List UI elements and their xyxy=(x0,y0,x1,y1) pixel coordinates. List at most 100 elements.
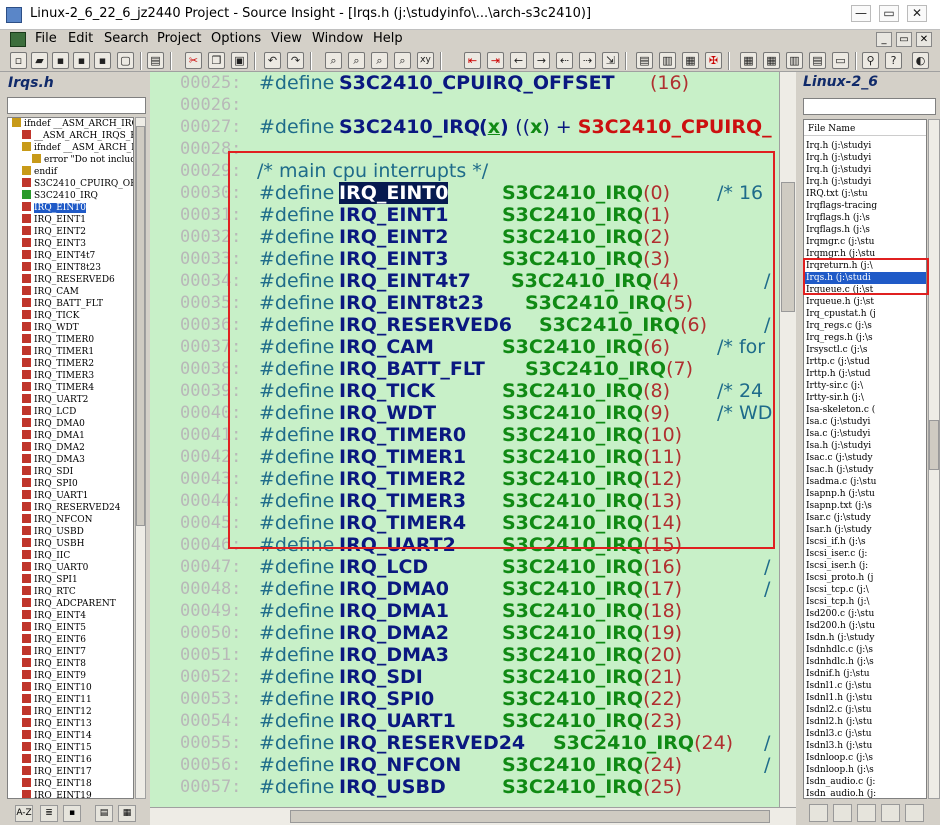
code-line[interactable]: 00043: #define IRQ_TIMER2 S3C2410_IRQ(12) xyxy=(150,468,790,490)
symbol-type-button[interactable]: ▪ xyxy=(63,805,81,822)
macro-name[interactable]: IRQ_TICK xyxy=(339,380,435,402)
symbol-list-item[interactable]: IRQ_DMA3 xyxy=(8,454,133,466)
symbol-list-item[interactable]: __ASM_ARCH_IRQS_H xyxy=(8,130,133,142)
symbol-list-item[interactable]: IRQ_UART2 xyxy=(8,394,133,406)
macro-name[interactable]: IRQ_TIMER3 xyxy=(339,490,466,512)
macro-name[interactable]: IRQ_TIMER1 xyxy=(339,446,466,468)
macro-name[interactable]: IRQ_CAM xyxy=(339,336,434,358)
macro-name[interactable]: IRQ_DMA1 xyxy=(339,600,449,622)
symbol-list-item[interactable]: IRQ_WDT xyxy=(8,322,133,334)
macro-name[interactable]: IRQ_TIMER2 xyxy=(339,468,466,490)
symbol-list-item[interactable]: ifndef __ASM_ARCH_IRQS_H xyxy=(8,118,133,130)
menu-project[interactable]: Project xyxy=(157,31,201,46)
window-list-icon[interactable]: ▢ xyxy=(117,52,134,69)
code-line[interactable]: 00050: #define IRQ_DMA2 S3C2410_IRQ(19) xyxy=(150,622,790,644)
file-list-item[interactable]: Isd200.h (j:\stu xyxy=(804,620,926,632)
file-list-item[interactable]: Isa.c (j:\studyi xyxy=(804,428,926,440)
save-icon[interactable]: ▪ xyxy=(52,52,69,69)
code-line[interactable]: 00056: #define IRQ_NFCON S3C2410_IRQ(24) / xyxy=(150,754,790,776)
code-line[interactable]: 00035: #define IRQ_EINT8t23 S3C2410_IRQ(5) xyxy=(150,292,790,314)
back-icon[interactable]: ← xyxy=(510,52,527,69)
symbol-window-icon[interactable]: ▥ xyxy=(659,52,676,69)
symbol-list-item[interactable]: IRQ_NFCON xyxy=(8,514,133,526)
macro-name[interactable]: IRQ_TIMER0 xyxy=(339,424,466,446)
symbol-list-item[interactable]: IRQ_UART1 xyxy=(8,490,133,502)
code-line[interactable]: 00037: #define IRQ_CAM S3C2410_IRQ(6) /* for xyxy=(150,336,790,358)
macro-name[interactable]: IRQ_DMA0 xyxy=(339,578,449,600)
symbol-list-item[interactable]: IRQ_EINT0 xyxy=(8,202,133,214)
file-list-item[interactable]: Irq_regs.h (j:\s xyxy=(804,332,926,344)
symbol-view-icon[interactable] xyxy=(857,804,876,822)
file-list-item[interactable]: Irqueue.h (j:\st xyxy=(804,296,926,308)
symbol-list-item[interactable]: IRQ_EINT10 xyxy=(8,682,133,694)
file-list-item[interactable]: Isdnl2.c (j:\stu xyxy=(804,704,926,716)
code-line[interactable]: 00031: #define IRQ_EINT1 S3C2410_IRQ(1) xyxy=(150,204,790,226)
code-line[interactable]: 00027: #define S3C2410_IRQ (x) ((x) + S3C24… xyxy=(150,116,790,138)
code-line[interactable]: 00044: #define IRQ_TIMER3 S3C2410_IRQ(13) xyxy=(150,490,790,512)
close-file-icon[interactable]: ▪ xyxy=(94,52,111,69)
file-list-item[interactable]: Iscsi_if.h (j:\s xyxy=(804,536,926,548)
code-line[interactable]: 00047: #define IRQ_LCD S3C2410_IRQ(16) / xyxy=(150,556,790,578)
forward-icon[interactable]: → xyxy=(533,52,550,69)
macro-name[interactable]: IRQ_WDT xyxy=(339,402,436,424)
smart-rename-icon[interactable]: x̷y xyxy=(417,52,434,69)
file-list-item[interactable]: Isar.h (j:\study xyxy=(804,524,926,536)
file-list-item[interactable]: Isdnif.h (j:\stu xyxy=(804,668,926,680)
go-next-icon[interactable]: ⇢ xyxy=(579,52,596,69)
undo-icon[interactable]: ↶ xyxy=(264,52,281,69)
macro-name[interactable]: IRQ_UART2 xyxy=(339,534,456,556)
symbol-list-item[interactable]: IRQ_RESERVED24 xyxy=(8,502,133,514)
file-list-item[interactable]: Irqmgr.h (j:\stu xyxy=(804,248,926,260)
jump-icon[interactable]: ⇲ xyxy=(602,52,619,69)
file-list-item[interactable]: Irq.h (j:\studyi xyxy=(804,140,926,152)
mdi-minimize-button[interactable]: _ xyxy=(876,32,892,47)
file-name-column-header[interactable]: File Name xyxy=(804,122,926,136)
bookmark-next-icon[interactable]: ⇥ xyxy=(487,52,504,69)
file-list-item[interactable]: Isdnloop.h (j:\s xyxy=(804,764,926,776)
copy-icon[interactable]: ❐ xyxy=(208,52,225,69)
symbol-list-item[interactable]: IRQ_TIMER1 xyxy=(8,346,133,358)
file-list-item[interactable]: Irttp.h (j:\stud xyxy=(804,368,926,380)
code-line[interactable]: 00033: #define IRQ_EINT3 S3C2410_IRQ(3) xyxy=(150,248,790,270)
file-list-item[interactable]: Irtty-sir.h (j:\ xyxy=(804,392,926,404)
symbol-list-item[interactable]: IRQ_EINT5 xyxy=(8,622,133,634)
code-line[interactable]: 00029: /* main cpu interrupts */ xyxy=(150,160,790,182)
code-line[interactable]: 00030: #define IRQ_EINT0 S3C2410_IRQ(0) /* 1… xyxy=(150,182,790,204)
menu-file[interactable]: File xyxy=(35,31,57,46)
file-list-item[interactable]: Irqs.h (j:\studi xyxy=(804,272,926,284)
symbol-list-item[interactable]: IRQ_USBD xyxy=(8,526,133,538)
context-window-icon[interactable]: ▭ xyxy=(832,52,849,69)
file-list-item[interactable]: Isapnp.txt (j:\s xyxy=(804,500,926,512)
symbol-list-item[interactable]: IRQ_DMA0 xyxy=(8,418,133,430)
macro-name[interactable]: S3C2410_IRQ xyxy=(339,116,480,138)
file-list-item[interactable]: Isdn_audio.c (j: xyxy=(804,776,926,788)
layout2-icon[interactable]: ▦ xyxy=(763,52,780,69)
code-line[interactable]: 00051: #define IRQ_DMA3 S3C2410_IRQ(20) xyxy=(150,644,790,666)
symbol-list-item[interactable]: IRQ_USBH xyxy=(8,538,133,550)
file-list-item[interactable]: Isac.c (j:\study xyxy=(804,452,926,464)
file-list-item[interactable]: Isdnhdlc.c (j:\s xyxy=(804,644,926,656)
macro-name[interactable]: S3C2410_CPUIRQ_OFFSET xyxy=(339,72,615,94)
directory-view-icon[interactable] xyxy=(881,804,900,822)
code-line[interactable]: 00028: xyxy=(150,138,790,160)
file-list-item[interactable]: Isdnl1.c (j:\stu xyxy=(804,680,926,692)
symbol-list-item[interactable]: IRQ_EINT2 xyxy=(8,226,133,238)
symbol-list-item[interactable]: IRQ_DMA2 xyxy=(8,442,133,454)
code-line[interactable]: 00034: #define IRQ_EINT4t7 S3C2410_IRQ(4) / xyxy=(150,270,790,292)
code-line[interactable]: 00052: #define IRQ_SDI S3C2410_IRQ(21) xyxy=(150,666,790,688)
file-list-item[interactable]: Irtty-sir.c (j:\ xyxy=(804,380,926,392)
code-line[interactable]: 00046: #define IRQ_UART2 S3C2410_IRQ(15) xyxy=(150,534,790,556)
symbol-list-item[interactable]: IRQ_EINT4 xyxy=(8,610,133,622)
sort-alpha-button[interactable]: A-Z xyxy=(15,805,33,822)
file-list-item[interactable]: Iscsi_iser.h (j: xyxy=(804,560,926,572)
code-line[interactable]: 00057: #define IRQ_USBD S3C2410_IRQ(25) xyxy=(150,776,790,798)
file-list-item[interactable]: Isdnl2.h (j:\stu xyxy=(804,716,926,728)
category-view-icon[interactable] xyxy=(833,804,852,822)
menu-window[interactable]: Window xyxy=(312,31,363,46)
file-list-item[interactable]: Iscsi_proto.h (j xyxy=(804,572,926,584)
menu-edit[interactable]: Edit xyxy=(68,31,93,46)
symbol-list-item[interactable]: IRQ_SDI xyxy=(8,466,133,478)
code-line[interactable]: 00042: #define IRQ_TIMER1 S3C2410_IRQ(11) xyxy=(150,446,790,468)
file-list-item[interactable]: Irq_regs.c (j:\s xyxy=(804,320,926,332)
symbol-list-item[interactable]: error "Do not include" xyxy=(8,154,133,166)
